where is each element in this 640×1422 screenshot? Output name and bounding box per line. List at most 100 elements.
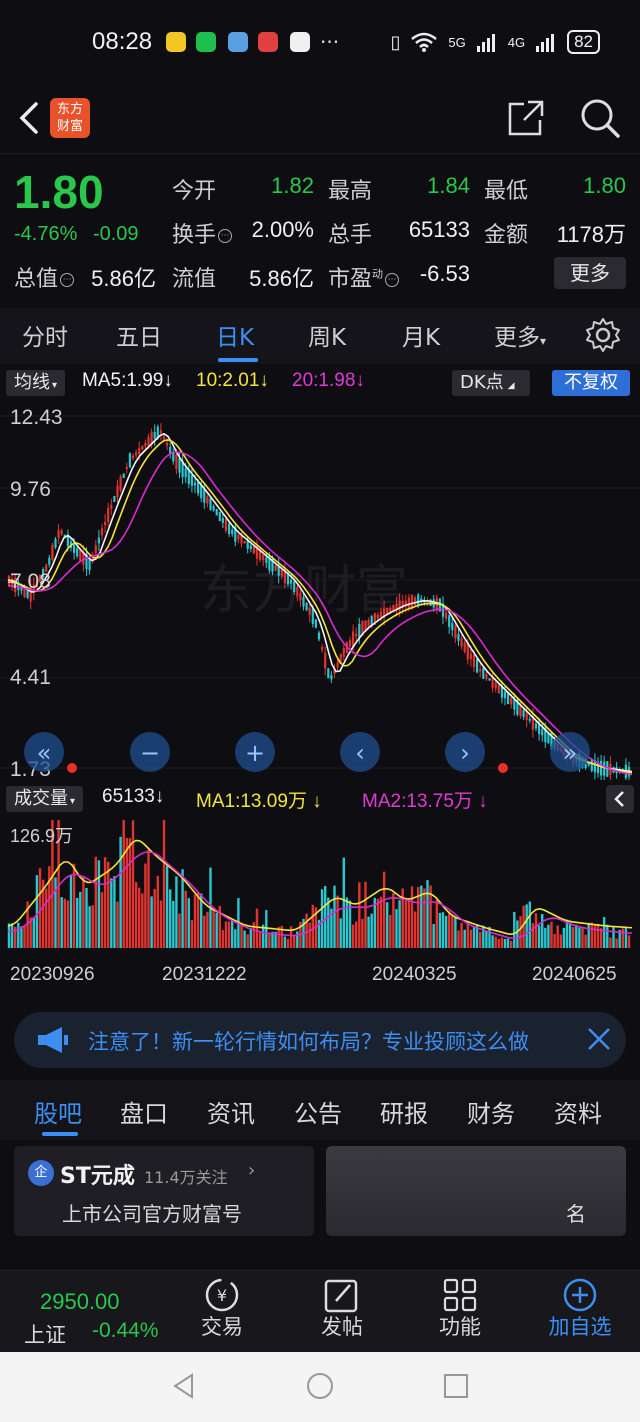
volume-bar bbox=[175, 876, 178, 948]
volume-bar bbox=[584, 934, 587, 948]
volume-bar bbox=[516, 920, 519, 948]
double-left-icon[interactable]: « bbox=[24, 732, 64, 772]
volume-bar bbox=[125, 838, 128, 948]
volume-bar bbox=[258, 932, 262, 948]
nav-trade[interactable]: 交易 bbox=[182, 1311, 262, 1341]
tab-research[interactable]: 研报 bbox=[380, 1094, 428, 1129]
gear-icon[interactable] bbox=[584, 316, 622, 354]
yuan-circle-icon[interactable]: ¥ bbox=[202, 1277, 242, 1313]
volume-bar bbox=[386, 902, 389, 948]
quote-panel: 1.80 -4.76% -0.09 今开 1.82 最高 1.84 最低 1.8… bbox=[0, 155, 640, 295]
index-value[interactable]: 2950.00 bbox=[40, 1289, 120, 1315]
tab-financials[interactable]: 财务 bbox=[467, 1094, 515, 1129]
volume-bar bbox=[615, 938, 618, 948]
tab-news[interactable]: 资讯 bbox=[207, 1094, 255, 1129]
company-card[interactable]: 企 ST元成 11.4万关注 › 上市公司官方财富号 bbox=[14, 1146, 314, 1236]
system-home-icon[interactable] bbox=[306, 1372, 334, 1400]
volume-selector[interactable]: 成交量 ▾ bbox=[6, 786, 84, 812]
nav-post[interactable]: 发帖 bbox=[302, 1311, 382, 1341]
event-marker[interactable] bbox=[498, 763, 508, 773]
info-icon[interactable]: ··· bbox=[218, 229, 233, 243]
candle bbox=[144, 439, 147, 450]
volume-indicator-bar: 成交量 ▾ 65133↓ MA1:13.09万 ↓ MA2:13.75万 ↓ bbox=[0, 782, 640, 816]
volume-bar bbox=[100, 892, 104, 948]
prev-icon[interactable]: ‹ bbox=[340, 732, 380, 772]
bottom-nav: 2950.00 上证 -0.44% ¥ 交易 发帖 功能 加自选 bbox=[0, 1270, 640, 1352]
volume-chart[interactable]: 126.9万 20230926 20231222 20240325 202406… bbox=[0, 816, 640, 1002]
tab-orderbook[interactable]: 盘口 bbox=[120, 1094, 168, 1129]
volume-bar bbox=[392, 893, 395, 948]
edit-icon[interactable] bbox=[322, 1277, 362, 1313]
grid-icon[interactable] bbox=[440, 1277, 480, 1313]
tab-profile[interactable]: 资料 bbox=[554, 1094, 602, 1129]
event-marker[interactable] bbox=[67, 763, 77, 773]
company-name: ST元成 bbox=[60, 1164, 135, 1189]
promo-text: 名 bbox=[566, 1202, 586, 1226]
tab-forum[interactable]: 股吧 bbox=[34, 1094, 82, 1129]
volume-bar bbox=[138, 887, 141, 948]
search-icon[interactable] bbox=[578, 96, 622, 140]
volume-y-label: 126.9万 bbox=[10, 826, 73, 846]
candle bbox=[330, 671, 333, 684]
close-icon[interactable] bbox=[584, 1024, 614, 1054]
collapse-icon[interactable] bbox=[606, 785, 634, 813]
volume-bar bbox=[131, 820, 135, 948]
market-cap-label: 总值 ··· bbox=[14, 261, 75, 293]
ma-selector[interactable]: 均线 ▾ bbox=[6, 370, 66, 396]
nav-add-watchlist[interactable]: 加自选 bbox=[540, 1311, 620, 1341]
candle bbox=[159, 423, 162, 441]
mail-notification-icon bbox=[290, 32, 310, 52]
zoom-in-icon[interactable]: + bbox=[235, 732, 275, 772]
next-icon[interactable]: › bbox=[445, 732, 485, 772]
volume-bar bbox=[23, 925, 26, 948]
double-right-icon[interactable]: » bbox=[550, 732, 590, 772]
volume-bar bbox=[395, 909, 398, 948]
volume-bar bbox=[196, 892, 200, 948]
ticker-text[interactable]: 注意了！新一轮行情如何布局？专业投顾这么做 bbox=[88, 1026, 568, 1056]
svg-text:+: + bbox=[245, 739, 265, 767]
candle bbox=[135, 449, 138, 459]
tab-daily-k[interactable]: 日K bbox=[216, 318, 254, 352]
system-back-icon[interactable] bbox=[170, 1372, 198, 1400]
candle bbox=[488, 678, 491, 681]
index-name[interactable]: 上证 bbox=[24, 1319, 66, 1349]
svg-text:«: « bbox=[37, 739, 52, 767]
news-ticker[interactable]: 注意了！新一轮行情如何布局？专业投顾这么做 bbox=[14, 1012, 626, 1068]
system-recents-icon[interactable] bbox=[442, 1372, 470, 1400]
info-icon[interactable]: ··· bbox=[385, 273, 400, 287]
tab-five-day[interactable]: 五日 bbox=[116, 318, 162, 352]
kline-chart[interactable]: 东方财富 12.43 9.76 7.08 4.41 1.73 «− + ‹ ›» bbox=[0, 400, 640, 785]
volume-bar bbox=[178, 913, 181, 948]
dk-point-selector[interactable]: DK点 ◢ bbox=[452, 370, 530, 396]
volume-bar bbox=[587, 922, 590, 948]
active-tab-indicator bbox=[218, 358, 258, 362]
tab-intraday[interactable]: 分时 bbox=[22, 318, 68, 352]
volume-bar bbox=[60, 897, 63, 948]
share-icon[interactable] bbox=[506, 98, 546, 138]
ma5-value: MA5:1.99↓ bbox=[82, 370, 173, 391]
index-change[interactable]: -0.44% bbox=[92, 1319, 159, 1343]
tab-monthly-k[interactable]: 月K bbox=[402, 318, 440, 352]
volume-bar bbox=[94, 856, 97, 948]
zoom-out-icon[interactable]: − bbox=[130, 732, 170, 772]
volume-bar bbox=[134, 882, 138, 948]
period-tabs: 分时 五日 日K 周K 月K 更多▾ bbox=[0, 308, 640, 364]
back-icon[interactable] bbox=[14, 100, 44, 136]
candle bbox=[141, 445, 144, 450]
more-quote-button[interactable]: 更多 bbox=[554, 257, 626, 289]
adjust-mode-button[interactable]: 不复权 bbox=[552, 370, 630, 396]
nav-functions[interactable]: 功能 bbox=[420, 1311, 500, 1341]
candle bbox=[231, 526, 234, 537]
info-icon[interactable]: ··· bbox=[60, 273, 75, 287]
section-tabs: 股吧 盘口 资讯 公告 研报 财务 资料 bbox=[0, 1080, 640, 1140]
volume-bar bbox=[612, 927, 615, 948]
tab-more[interactable]: 更多▾ bbox=[494, 318, 546, 352]
candle bbox=[348, 636, 352, 650]
tab-weekly-k[interactable]: 周K bbox=[308, 318, 346, 352]
chevron-right-icon: › bbox=[248, 1160, 256, 1181]
candle bbox=[463, 640, 466, 654]
more-notifications-icon: ··· bbox=[320, 30, 340, 54]
tab-announcements[interactable]: 公告 bbox=[294, 1094, 342, 1129]
promo-card[interactable]: 名 bbox=[326, 1146, 626, 1236]
add-circle-icon[interactable] bbox=[560, 1277, 600, 1313]
